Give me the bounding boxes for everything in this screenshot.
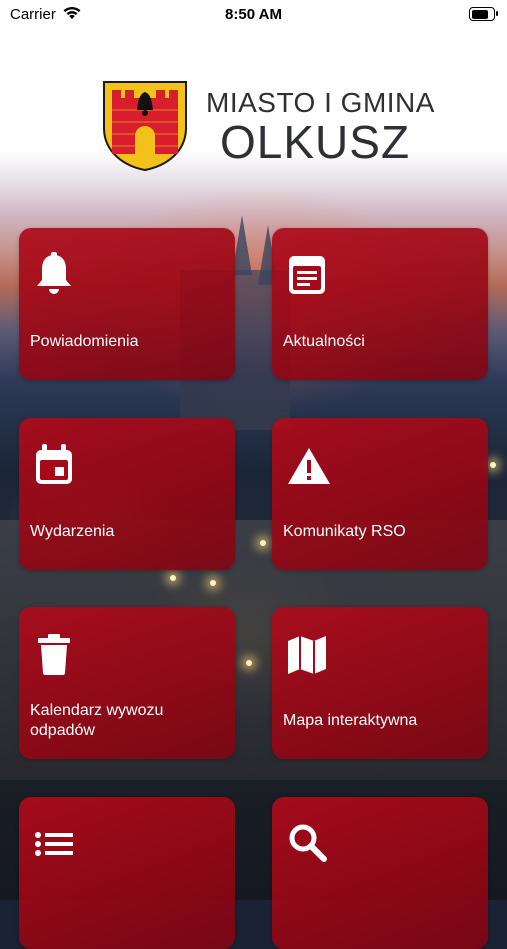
- lamp-light: [170, 575, 176, 581]
- tile-label: Powiadomienia: [30, 333, 139, 350]
- tile-label: Kalendarz wywozu odpadów: [30, 702, 164, 739]
- tile-search[interactable]: [272, 797, 488, 949]
- coat-of-arms-logo: [102, 80, 188, 172]
- tile-label: Wydarzenia: [30, 523, 115, 540]
- tile-rso-alerts[interactable]: Komunikaty RSO: [272, 418, 488, 570]
- lamp-light: [260, 540, 266, 546]
- trash-icon: [33, 631, 75, 677]
- bell-icon: [33, 252, 75, 298]
- clock: 8:50 AM: [225, 6, 282, 23]
- lamp-light: [246, 660, 252, 666]
- tile-news[interactable]: Aktualności: [272, 228, 488, 380]
- map-icon: [286, 631, 328, 677]
- tile-waste-calendar[interactable]: Kalendarz wywozu odpadów: [19, 607, 235, 759]
- warning-icon: [286, 442, 330, 488]
- tile-label: Mapa interaktywna: [283, 712, 418, 729]
- calendar-icon: [33, 442, 75, 488]
- search-icon: [286, 821, 328, 867]
- list-icon: [33, 821, 75, 867]
- battery-icon: [469, 7, 498, 21]
- tile-events[interactable]: Wydarzenia: [19, 418, 235, 570]
- app-header: MIASTO I GMINA OLKUSZ: [0, 75, 507, 180]
- tile-interactive-map[interactable]: Mapa interaktywna: [272, 607, 488, 759]
- tile-list[interactable]: [19, 797, 235, 949]
- tile-label: Komunikaty RSO: [283, 523, 406, 540]
- tile-notifications[interactable]: Powiadomienia: [19, 228, 235, 380]
- lamp-light: [210, 580, 216, 586]
- status-bar: Carrier 8:50 AM: [0, 0, 507, 28]
- news-icon: [286, 252, 328, 298]
- tile-label: Aktualności: [283, 333, 365, 350]
- spire-left: [232, 215, 252, 275]
- header-title-line2: OLKUSZ: [220, 116, 411, 168]
- lamp-light: [490, 462, 496, 468]
